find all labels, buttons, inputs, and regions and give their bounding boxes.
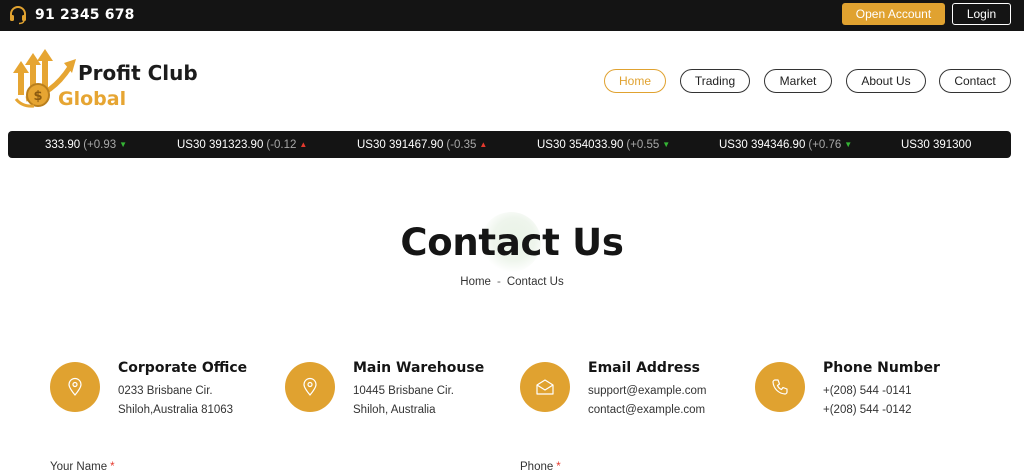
phone-icon [755,362,805,412]
support-phone[interactable]: 91 2345 678 [8,4,135,26]
ticker-item: US30 354033.90 (+0.55 ▼ [537,131,670,158]
nav-home[interactable]: Home [604,69,666,93]
ticker-symbol: US30 [537,138,566,151]
ticker-value: 394346.90 [750,138,806,151]
ticker-value: 333.90 [45,138,81,151]
info-heading: Phone Number [823,360,940,376]
info-line: 0233 Brisbane Cir. [118,385,213,397]
headset-icon [8,5,28,25]
nav-about-us[interactable]: About Us [846,69,926,93]
phone-field-label: Phone * [520,461,561,473]
ticker-item: US30 391467.90 (-0.35 ▲ [357,131,487,158]
info-corporate-office: Corporate Office 0233 Brisbane Cir. Shil… [50,360,270,420]
info-line: Shiloh, Australia [353,404,436,416]
breadcrumb-home[interactable]: Home [460,276,491,288]
name-field-label: Your Name * [50,461,115,473]
phone-link[interactable]: +(208) 544 -0142 [823,404,912,416]
info-phone-number: Phone Number +(208) 544 -0141 +(208) 544… [755,360,975,420]
nav-contact[interactable]: Contact [939,69,1011,93]
ticker-partial: US30 391300 [901,138,972,151]
ticker-symbol: US30 [357,138,386,151]
ticker-change: (-0.35 [446,138,477,151]
info-email-address: Email Address support@example.com contac… [520,360,740,420]
ticker-change: (+0.55 [626,138,660,151]
page-title: Contact Us [400,221,624,264]
arrow-down-icon: ▼ [844,140,853,149]
svg-text:$: $ [33,89,42,104]
arrow-down-icon: ▼ [662,140,671,149]
info-heading: Main Warehouse [353,360,485,376]
breadcrumb-separator: - [496,276,501,288]
logo-text-primary: Profit Club [78,61,198,85]
phone-number: 91 2345 678 [35,7,135,23]
required-mark: * [110,461,115,473]
top-bar: 91 2345 678 Open Account Login [0,0,1024,31]
info-heading: Corporate Office [118,360,248,376]
ticker-item: US30 391323.90 (-0.12 ▲ [177,131,307,158]
ticker-symbol: US30 [719,138,748,151]
ticker-change: (+0.76 [808,138,842,151]
arrow-up-icon: ▲ [479,140,488,149]
label-text: Your Name [50,461,108,473]
required-mark: * [556,461,561,473]
ticker-item: 333.90 (+0.93 ▼ [45,131,127,158]
info-line: Shiloh,Australia 81063 [118,404,234,416]
ticker-value: 391467.90 [388,138,444,151]
email-support-link[interactable]: support@example.com [588,385,706,397]
ticker-value: 354033.90 [568,138,624,151]
logo-text-secondary: Global [58,88,127,110]
label-text: Phone [520,461,554,473]
breadcrumb-current: Contact Us [506,276,564,288]
nav-market[interactable]: Market [764,69,832,93]
login-button[interactable]: Login [952,3,1011,25]
market-ticker: 333.90 (+0.93 ▼ US30 391323.90 (-0.12 ▲ … [8,131,1011,158]
open-account-button[interactable]: Open Account [842,3,945,25]
logo[interactable]: $ Profit Club Global [12,49,212,114]
nav-trading[interactable]: Trading [680,69,750,93]
phone-link[interactable]: +(208) 544 -0141 [823,385,912,397]
ticker-change: (+0.93 [83,138,117,151]
location-pin-icon [285,362,335,412]
email-contact-link[interactable]: contact@example.com [588,404,705,416]
info-main-warehouse: Main Warehouse 10445 Brisbane Cir. Shilo… [285,360,505,420]
ticker-value: 391323.90 [208,138,264,151]
arrow-down-icon: ▼ [119,140,128,149]
info-heading: Email Address [588,360,701,376]
ticker-change: (-0.12 [266,138,297,151]
location-pin-icon [50,362,100,412]
breadcrumb: Home - Contact Us [0,276,1024,288]
envelope-icon [520,362,570,412]
ticker-symbol: US30 [177,138,206,151]
ticker-item: US30 394346.90 (+0.76 ▼ [719,131,852,158]
ticker-item: US30 391300 [901,131,971,158]
info-line: 10445 Brisbane Cir. [353,385,455,397]
arrow-up-icon: ▲ [299,140,308,149]
